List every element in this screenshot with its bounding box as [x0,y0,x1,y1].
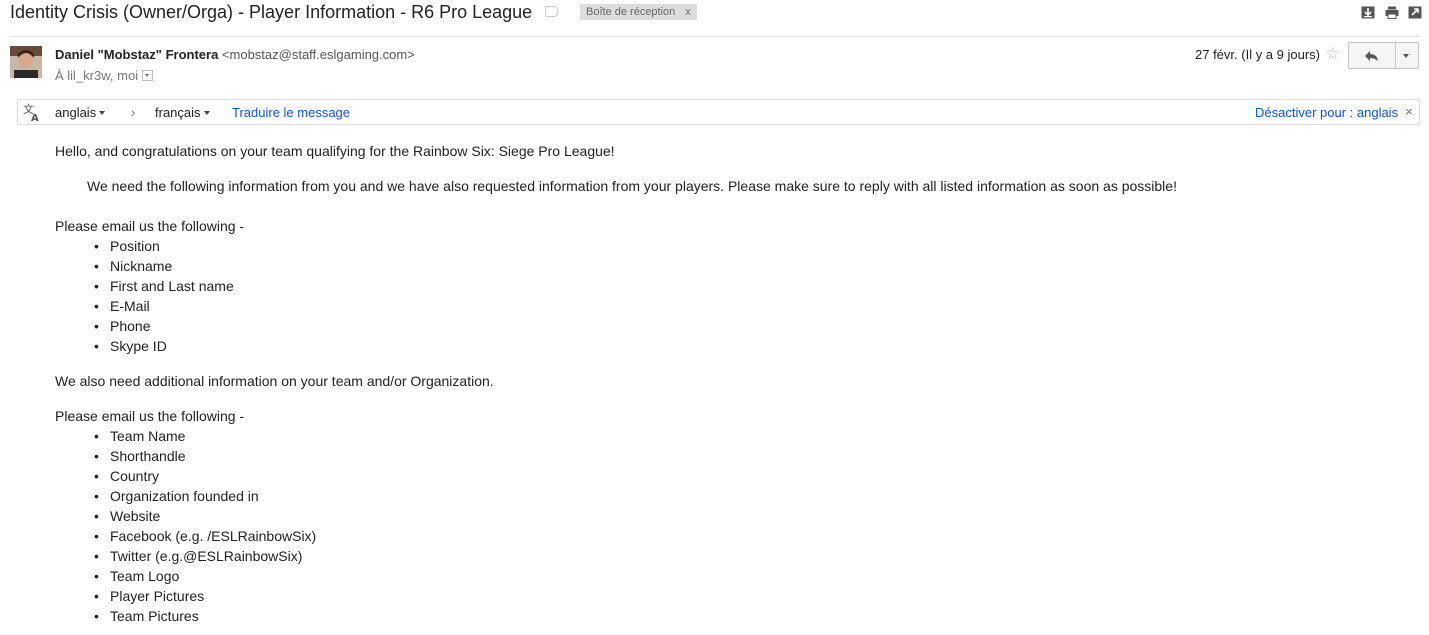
list-item: Team Pictures [94,606,1177,626]
chevron-down-icon [203,110,210,115]
remove-label-button[interactable]: x [685,6,691,18]
list-item: Skype ID [94,336,1177,356]
close-translate-bar-icon[interactable]: × [1405,104,1413,119]
additional-info-paragraph: We also need additional information on y… [55,373,494,389]
list-item: Twitter (e.g.@ESLRainbowSix) [94,546,1177,566]
new-window-icon[interactable] [1408,6,1422,19]
source-language-select[interactable]: anglais [55,105,106,120]
sender-name[interactable]: Daniel "Mobstaz" Frontera [55,47,218,62]
recipients-text: À lil_kr3w, moi [55,68,139,83]
email-subject: Identity Crisis (Owner/Orga) - Player In… [10,2,533,22]
reply-button[interactable] [1348,42,1396,69]
list-item: Country [94,466,1177,486]
source-language-label: anglais [55,105,97,120]
email-intro-2: Please email us the following - [55,408,245,424]
team-info-list: Team Name Shorthandle Country Organizati… [55,426,1177,626]
player-info-list: Position Nickname First and Last name E-… [55,236,1177,356]
inbox-label-text: Boîte de réception [586,6,676,18]
list-item: First and Last name [94,276,1177,296]
print-icon[interactable] [1385,6,1399,19]
translate-icon: 文 A [23,102,39,122]
message-body: Hello, and congratulations on your team … [55,141,1177,626]
list-item: Shorthandle [94,446,1177,466]
show-details-dropdown-icon[interactable] [142,70,154,82]
list-item: Facebook (e.g. /ESLRainbowSix) [94,526,1177,546]
label-marker-icon[interactable] [545,6,558,17]
reply-icon [1365,51,1378,61]
list-item: Team Logo [94,566,1177,586]
translate-message-link[interactable]: Traduire le message [232,105,350,120]
list-item: Website [94,506,1177,526]
header-divider [10,36,1420,37]
list-item: Organization founded in [94,486,1177,506]
email-date: 27 févr. (Il y a 9 jours) [1195,47,1320,62]
target-language-select[interactable]: français [155,105,210,120]
recipients-line: À lil_kr3w, moi [55,68,154,83]
more-actions-dropdown[interactable] [1396,42,1419,69]
download-icon[interactable] [1361,6,1375,19]
inbox-label-chip[interactable]: Boîte de réception x [580,4,697,20]
list-item: Team Name [94,426,1177,446]
arrow-right-icon: › [131,105,136,120]
disable-translation-link[interactable]: Désactiver pour : anglais [1255,105,1398,120]
target-language-label: français [155,105,201,120]
chevron-down-icon [99,110,106,115]
sender-email: <mobstaz@staff.eslgaming.com> [221,47,415,62]
email-intro-1: Please email us the following - [55,218,245,234]
list-item: Nickname [94,256,1177,276]
list-item: Phone [94,316,1177,336]
list-item: Player Pictures [94,586,1177,606]
translate-bar: 文 A anglais › français Traduire le messa… [17,99,1420,125]
list-item: E-Mail [94,296,1177,316]
sender-line: Daniel "Mobstaz" Frontera <mobstaz@staff… [55,47,415,62]
star-icon[interactable]: ☆ [1325,44,1340,64]
sender-avatar[interactable] [10,46,42,78]
list-item: Position [94,236,1177,256]
svg-text:A: A [31,113,39,122]
greeting-paragraph: Hello, and congratulations on your team … [55,143,615,159]
request-paragraph: We need the following information from y… [87,178,1177,194]
